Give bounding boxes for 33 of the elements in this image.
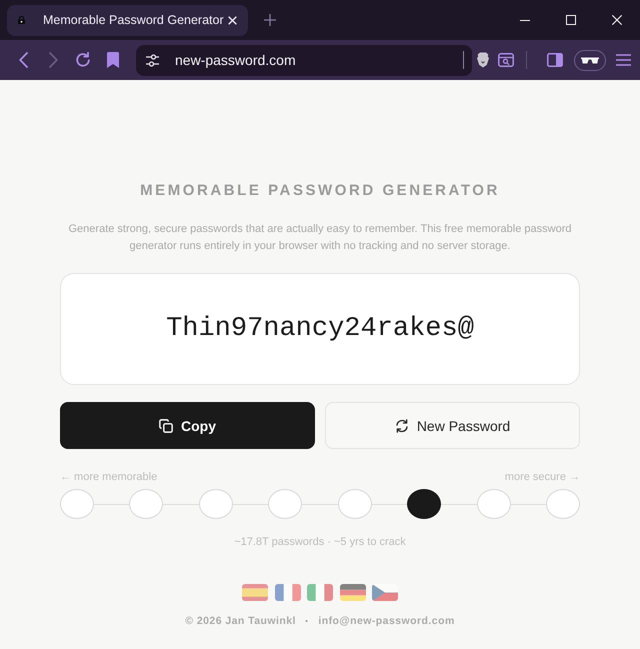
french-flag-icon[interactable] — [274, 584, 300, 601]
german-flag-icon[interactable] — [340, 584, 366, 601]
glasses-icon — [581, 56, 599, 64]
shield-icon[interactable] — [476, 52, 490, 68]
footer-separator: · — [304, 614, 310, 628]
copyright-text: © 2026 Jan Tauwinkl — [185, 614, 296, 628]
refresh-icon — [394, 418, 409, 432]
password-display: Thin97nancy24rakes@ — [60, 273, 580, 385]
czech-flag-icon[interactable] — [372, 584, 398, 601]
back-icon[interactable] — [18, 52, 28, 68]
copy-button[interactable]: Copy — [60, 402, 315, 449]
strength-step[interactable] — [407, 489, 442, 519]
glasses-button[interactable] — [574, 50, 606, 70]
sidebar-icon[interactable] — [547, 53, 563, 67]
plus-icon[interactable] — [264, 14, 276, 26]
menu-icon[interactable] — [616, 54, 631, 66]
close-icon[interactable] — [612, 15, 622, 25]
maximize-icon[interactable] — [566, 15, 576, 25]
new-password-button[interactable]: New Password — [325, 402, 580, 449]
sliders-icon[interactable] — [146, 54, 159, 66]
scale-label: ← more memorable — [60, 470, 158, 484]
page-description: Generate strong, secure passwords that are actually easy to remember. This free memorable password generator runs entirely in your browser with no tracking and no server storage. — [68, 222, 572, 254]
close-icon[interactable] — [228, 16, 237, 24]
strength-stats: ~17.8T passwords · ~5 yrs to crack — [234, 535, 406, 549]
reload-icon[interactable] — [75, 52, 91, 68]
padlock-icon — [17, 16, 26, 24]
browser-tab[interactable]: Memorable Password Generator — [7, 4, 248, 36]
address-bar[interactable]: new-password.com — [136, 44, 472, 76]
page-title: MEMORABLE PASSWORD GENERATOR — [140, 182, 500, 200]
bookmark-icon[interactable] — [107, 52, 119, 68]
scale-label: more secure → — [504, 470, 580, 484]
copy-icon — [159, 418, 173, 432]
window-search-icon[interactable] — [498, 53, 514, 67]
